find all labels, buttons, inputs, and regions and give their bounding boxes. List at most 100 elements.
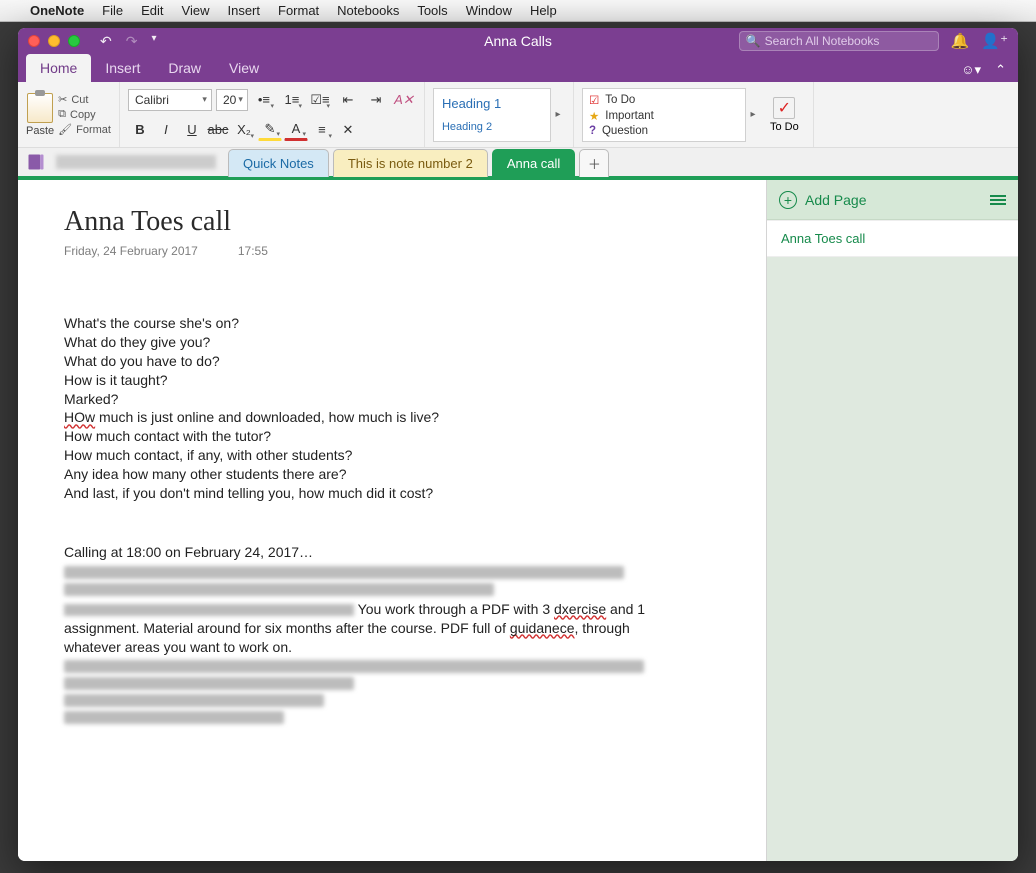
font-family-select[interactable]: Calibri — [128, 89, 212, 111]
menu-notebooks[interactable]: Notebooks — [337, 3, 399, 18]
notifications-icon[interactable]: 🔔 — [951, 32, 970, 50]
page-list-options[interactable] — [990, 195, 1006, 205]
tags-expand[interactable]: ▸ — [746, 109, 760, 120]
todo-button[interactable]: ✓ To Do — [764, 97, 805, 133]
qat-dropdown[interactable]: ▾ — [151, 33, 156, 50]
body-line[interactable]: How much contact with the tutor? — [64, 427, 684, 446]
body-line[interactable]: And last, if you don't mind telling you,… — [64, 484, 684, 503]
notebook-icon[interactable] — [26, 152, 46, 172]
underline-button[interactable]: U — [180, 119, 204, 141]
ribbon: Paste ✂Cut ⧉Copy 🖌Format Calibri 20 •≡▾ … — [18, 82, 1018, 148]
page-canvas[interactable]: Anna Toes call Friday, 24 February 2017 … — [18, 180, 766, 861]
redacted-text — [64, 711, 284, 724]
question-icon: ? — [589, 125, 596, 137]
plus-icon: + — [779, 191, 797, 209]
body-line[interactable]: HOw much is just online and downloaded, … — [64, 408, 684, 427]
body-line[interactable]: What do you have to do? — [64, 352, 684, 371]
tag-question[interactable]: ?Question — [589, 125, 739, 137]
search-input[interactable] — [765, 34, 932, 48]
paste-button[interactable]: Paste — [26, 93, 54, 137]
bold-button[interactable]: B — [128, 119, 152, 141]
search-notebooks[interactable]: 🔍 — [739, 31, 939, 51]
indent-button[interactable]: ⇥ — [364, 89, 388, 111]
body-line[interactable]: How is it taught? — [64, 371, 684, 390]
delete-button[interactable]: ✕ — [336, 119, 360, 141]
section-note-2[interactable]: This is note number 2 — [333, 149, 488, 177]
redacted-text — [64, 604, 354, 616]
add-section-button[interactable]: ＋ — [579, 149, 609, 177]
section-tab-strip: Quick Notes This is note number 2 Anna c… — [18, 148, 1018, 180]
search-icon: 🔍 — [746, 34, 761, 48]
align-button[interactable]: ≡▾ — [310, 119, 334, 141]
styles-expand[interactable]: ▸ — [551, 109, 565, 120]
notebook-name[interactable] — [56, 155, 216, 169]
bullets-button[interactable]: •≡▾ — [252, 89, 276, 111]
add-page-label: Add Page — [805, 192, 867, 208]
tab-insert[interactable]: Insert — [91, 54, 154, 82]
clear-formatting-button[interactable]: A✕ — [392, 89, 416, 111]
body-line[interactable]: How much contact, if any, with other stu… — [64, 446, 684, 465]
menu-view[interactable]: View — [182, 3, 210, 18]
tab-view[interactable]: View — [215, 54, 273, 82]
menu-window[interactable]: Window — [466, 3, 512, 18]
style-heading2[interactable]: Heading 2 — [442, 121, 542, 133]
menu-tools[interactable]: Tools — [417, 3, 447, 18]
window-minimize[interactable] — [48, 35, 60, 47]
menu-insert[interactable]: Insert — [227, 3, 260, 18]
menu-edit[interactable]: Edit — [141, 3, 163, 18]
tag-todo[interactable]: ☑To Do — [589, 93, 739, 107]
styles-gallery[interactable]: Heading 1 Heading 2 ▸ — [433, 88, 565, 142]
font-color-button[interactable]: A▾ — [284, 119, 308, 141]
strikethrough-button[interactable]: abc — [206, 119, 230, 141]
font-size-select[interactable]: 20 — [216, 89, 248, 111]
tab-home[interactable]: Home — [26, 54, 91, 82]
section-anna-call[interactable]: Anna call — [492, 149, 575, 177]
ribbon-tab-strip: Home Insert Draw View ☺▾ ⌃ — [18, 54, 1018, 82]
star-icon: ★ — [589, 109, 599, 123]
tag-important[interactable]: ★Important — [589, 109, 739, 123]
redacted-text — [64, 583, 494, 596]
window-zoom[interactable] — [68, 35, 80, 47]
emoji-button[interactable]: ☺▾ — [961, 62, 981, 78]
body-line[interactable]: What do they give you? — [64, 333, 684, 352]
title-bar: ↶ ↷ ▾ Anna Calls 🔍 🔔 👤⁺ — [18, 28, 1018, 54]
copy-icon: ⧉ — [58, 108, 66, 121]
page-title[interactable]: Anna Toes call — [64, 206, 736, 238]
page-time: 17:55 — [238, 244, 268, 258]
menu-format[interactable]: Format — [278, 3, 319, 18]
highlight-button[interactable]: ✎▾ — [258, 119, 282, 141]
share-icon[interactable]: 👤⁺ — [981, 32, 1008, 50]
cut-button[interactable]: ✂Cut — [58, 93, 111, 106]
checklist-button[interactable]: ☑≡▾ — [308, 89, 332, 111]
section-quick-notes[interactable]: Quick Notes — [228, 149, 329, 177]
italic-button[interactable]: I — [154, 119, 178, 141]
redo-button[interactable]: ↷ — [126, 33, 138, 50]
app-window: ↶ ↷ ▾ Anna Calls 🔍 🔔 👤⁺ Home Insert Draw… — [18, 28, 1018, 861]
page-list-panel: + Add Page Anna Toes call — [766, 180, 1018, 861]
numbering-button[interactable]: 1≡▾ — [280, 89, 304, 111]
tab-draw[interactable]: Draw — [154, 54, 215, 82]
body-line[interactable]: What's the course she's on? — [64, 314, 684, 333]
menu-file[interactable]: File — [102, 3, 123, 18]
redacted-text — [64, 660, 644, 673]
undo-button[interactable]: ↶ — [100, 33, 112, 50]
subscript-button[interactable]: X₂▾ — [232, 119, 256, 141]
tags-gallery[interactable]: ☑To Do ★Important ?Question ▸ — [582, 88, 760, 142]
todo-label: To Do — [770, 121, 799, 133]
window-close[interactable] — [28, 35, 40, 47]
copy-button[interactable]: ⧉Copy — [58, 108, 111, 121]
collapse-ribbon[interactable]: ⌃ — [995, 62, 1006, 78]
style-heading1[interactable]: Heading 1 — [442, 96, 542, 111]
app-menu[interactable]: OneNote — [30, 3, 84, 18]
add-page-button[interactable]: + Add Page — [779, 191, 867, 209]
body-line[interactable]: You work through a PDF with 3 dxercise a… — [64, 600, 684, 657]
body-line[interactable]: Calling at 18:00 on February 24, 2017… — [64, 543, 684, 562]
body-line[interactable]: Marked? — [64, 390, 684, 409]
menu-help[interactable]: Help — [530, 3, 557, 18]
outdent-button[interactable]: ⇤ — [336, 89, 360, 111]
page-list-item[interactable]: Anna Toes call — [767, 220, 1018, 257]
format-painter-button[interactable]: 🖌Format — [58, 123, 111, 136]
page-body[interactable]: What's the course she's on? What do they… — [64, 314, 684, 724]
body-line[interactable]: Any idea how many other students there a… — [64, 465, 684, 484]
redacted-text — [64, 694, 324, 707]
